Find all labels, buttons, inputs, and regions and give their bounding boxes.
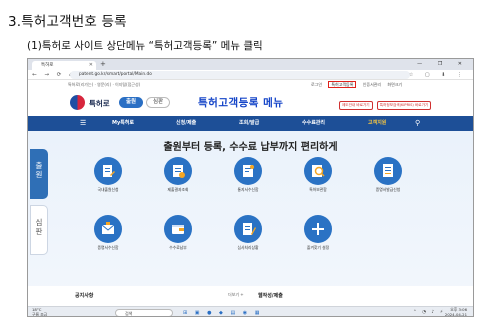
toggle-trial[interactable]: 심판 — [146, 97, 170, 108]
hero-headline: 출원부터 등록, 수수료 납부까지 편리하게 — [163, 142, 338, 153]
logo-emblem-icon[interactable] — [70, 95, 85, 110]
web-submit-title: 웹작성/제출 — [258, 293, 283, 299]
service-certificate-inbox[interactable]: 증명서수신함 — [86, 215, 130, 251]
search-icon[interactable]: ⚲ — [415, 119, 420, 127]
login-link[interactable]: 로그인 — [311, 82, 322, 87]
patent-customer-register-link[interactable]: 특허고객등록 — [328, 81, 357, 88]
more-link[interactable]: 더보기 + — [228, 292, 244, 298]
menu-icon[interactable]: ☰ — [80, 120, 86, 127]
service-domestic-application[interactable]: 국내출원신청 — [86, 157, 130, 193]
certificate-icon — [374, 157, 402, 185]
service-fee-payment[interactable]: 수수료납부 — [156, 215, 200, 251]
tab-title: 특허로 — [41, 63, 54, 68]
service-certificate-request[interactable]: 증명서발급신청 — [366, 157, 410, 193]
side-tab-trial[interactable]: 심판 — [30, 205, 48, 255]
system-tray-icons[interactable]: ⌃ ◔ ♪ ⚡ — [413, 309, 445, 316]
address-bar-row: ← → ⟳ ⌂ patent.go.kr/smart/portal/Main.d… — [28, 70, 473, 80]
service-label: 증명서수신함 — [97, 245, 119, 250]
taskbar-clock[interactable]: 오후 3:06 2024-04-21 — [444, 307, 467, 317]
cert-manage-link[interactable]: 인증서관리 — [363, 82, 381, 87]
weather-widget[interactable]: 18°C 구름 조금 — [32, 307, 48, 317]
side-tab-application[interactable]: 출원 — [30, 149, 48, 199]
notice-inbox-icon — [234, 157, 262, 185]
browser-screenshot: 특허로 ✕ + — ❐ ✕ ← → ⟳ ⌂ patent.go.kr/smart… — [27, 58, 474, 317]
guide-shortcut-button[interactable]: 제도안내 바로가기 — [339, 101, 373, 110]
clock-date: 2024-04-21 — [444, 311, 467, 317]
nav-apply-submit[interactable]: 신청/제출 — [176, 116, 196, 131]
browser-tab[interactable]: 특허로 ✕ — [32, 61, 96, 70]
site-utility-bar: 특허로(리가는) · 영문(리) · 이지털(접근성) 로그인 특허고객등록 인… — [28, 80, 473, 89]
main-navigation: ☰ My특허로 신청/제출 조회/발급 수수료관리 고객지원 ⚲ — [28, 116, 473, 131]
plus-icon — [304, 215, 332, 243]
service-label: 제출결과조회 — [167, 187, 189, 192]
taskbar-app-icons[interactable]: ⊞ ▣ ● ◆ ▤ ◉ ▦ — [183, 309, 262, 316]
util-links[interactable]: 특허로(리가는) · 영문(리) · 이지털(접근성) — [68, 82, 140, 88]
weather-desc: 구름 조금 — [32, 311, 48, 317]
service-label: 심사처리상황 — [237, 245, 259, 250]
annotation-label: 특허고객등록 메뉴 — [198, 97, 284, 109]
nav-fee-management[interactable]: 수수료관리 — [302, 116, 325, 131]
service-label: 수수료납부 — [169, 245, 187, 250]
close-icon[interactable]: ✕ — [89, 61, 93, 70]
service-patent-storage[interactable]: 특허보관함 — [296, 157, 340, 193]
service-notice-inbox[interactable]: 통지서수신함 — [226, 157, 270, 193]
wallet-icon — [164, 215, 192, 243]
document-check-icon — [164, 157, 192, 185]
site-logo-text[interactable]: 특허로 — [89, 98, 110, 109]
nav-my-patentro[interactable]: My특허로 — [112, 116, 134, 131]
document-edit-icon — [94, 157, 122, 185]
nav-inquiry-issue[interactable]: 조회/발급 — [239, 116, 259, 131]
site-header: 특허로 출원 심판 특허고객등록 메뉴 제도안내 바로가기 특허정보검색(KIP… — [28, 89, 473, 116]
windows-taskbar: 18°C 구름 조금 검색 ⊞ ▣ ● ◆ ▤ ◉ ▦ ⌃ ◔ ♪ ⚡ 오후 3… — [28, 306, 473, 317]
browser-toolbar-icons[interactable]: ☆ ▢ ⬇ ⋮ — [409, 71, 467, 79]
url-field[interactable]: patent.go.kr/smart/portal/Main.do — [70, 71, 410, 79]
taskbar-search-input[interactable]: 검색 — [115, 309, 173, 316]
window-controls[interactable]: — ❐ ✕ — [417, 60, 469, 69]
document-title: 3.특허고객번호 등록 — [8, 14, 127, 30]
service-label: 통지서수신함 — [237, 187, 259, 192]
browser-tabbar: 특허로 ✕ + — ❐ ✕ — [28, 59, 473, 70]
magnifier-document-icon — [304, 157, 332, 185]
shortcut-buttons: 제도안내 바로가기 특허정보검색(KIPRIS) 바로가기 — [339, 101, 434, 110]
service-label: 국내출원신청 — [97, 187, 119, 192]
service-label: 증명서발급신청 — [375, 187, 401, 192]
new-tab-icon[interactable]: + — [100, 60, 106, 69]
nav-customer-support[interactable]: 고객지원 — [368, 116, 386, 131]
service-exam-status[interactable]: 심사처리상황 — [226, 215, 270, 251]
main-content: 출원 심판 출원부터 등록, 수수료 납부까지 편리하게 국내출원신청 제출결과… — [28, 131, 473, 316]
document-pen-icon — [234, 215, 262, 243]
util-menu: 로그인 특허고객등록 인증서관리 화면크기 — [311, 81, 407, 88]
service-label: 즐겨찾기 설정 — [306, 245, 330, 250]
toggle-application[interactable]: 출원 — [119, 97, 143, 108]
step-instruction: (1)특허로 사이트 상단메뉴 “특허고객등록” 메뉴 클릭 — [27, 40, 263, 52]
envelope-icon — [94, 215, 122, 243]
service-label: 특허보관함 — [309, 187, 327, 192]
screen-size-link[interactable]: 화면크기 — [387, 82, 402, 87]
kipris-shortcut-button[interactable]: 특허정보검색(KIPRIS) 바로가기 — [376, 101, 432, 110]
service-favorites-setting[interactable]: 즐겨찾기 설정 — [296, 215, 340, 251]
service-submission-result[interactable]: 제출결과조회 — [156, 157, 200, 193]
notice-title: 공지사항 — [75, 293, 94, 299]
